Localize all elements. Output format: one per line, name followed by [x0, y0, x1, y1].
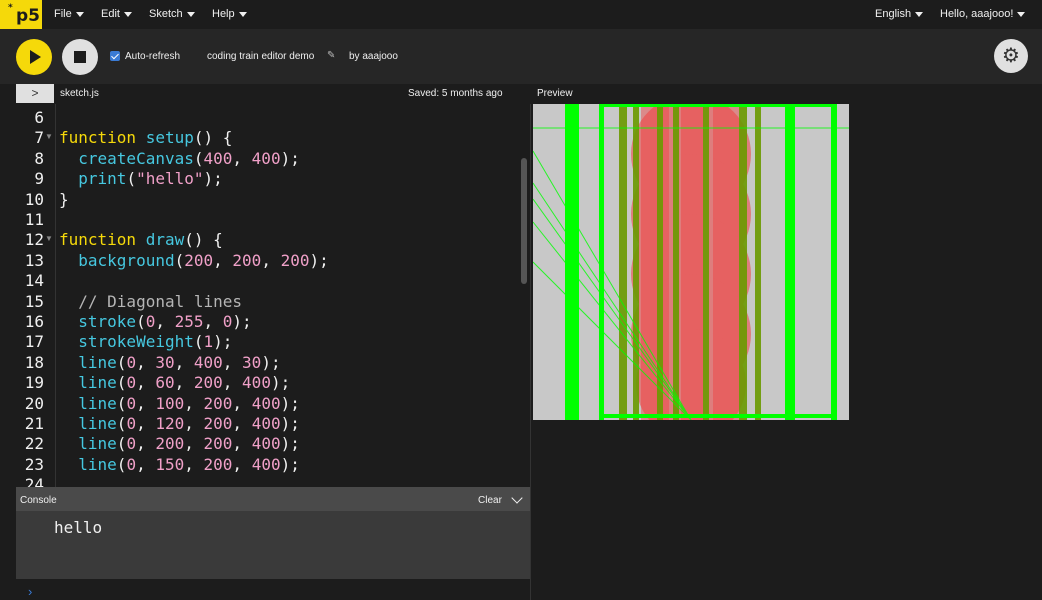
code-line[interactable]: function draw() { [59, 230, 223, 249]
pencil-icon[interactable]: ✎ [327, 50, 335, 61]
line-number: 13 [24, 250, 44, 270]
code-line[interactable]: background(200, 200, 200); [59, 251, 328, 270]
line-number: 20 [24, 393, 44, 413]
line-number: 16 [24, 312, 44, 331]
line-number: 10 [24, 189, 44, 209]
line-number: 8 [34, 148, 44, 168]
settings-button[interactable]: ⚙ [994, 39, 1028, 73]
menu-help[interactable]: Help [212, 8, 247, 20]
caret-down-icon [1017, 11, 1026, 17]
p5-logo[interactable]: p5 * [0, 0, 42, 29]
caret-down-icon [915, 11, 924, 17]
code-line[interactable]: line(0, 150, 200, 400); [59, 455, 300, 474]
code-line[interactable]: // Diagonal lines [59, 292, 242, 311]
line-number: 19 [24, 373, 44, 393]
caret-down-icon [75, 11, 84, 17]
line-number: 11 [24, 210, 44, 229]
code-line[interactable]: print("hello"); [59, 169, 223, 188]
line-number: 9 [34, 169, 44, 189]
console-header [16, 487, 530, 511]
auto-refresh-label: Auto-refresh [125, 51, 181, 62]
line-number: 21 [24, 414, 44, 433]
code-line[interactable]: createCanvas(400, 400); [59, 149, 300, 168]
code-line[interactable]: line(0, 100, 200, 400); [59, 394, 300, 413]
console-log-line: hello [54, 518, 103, 537]
line-number: 6 [34, 108, 44, 127]
fold-arrow-icon[interactable]: ▼ [45, 234, 53, 243]
line-number: 18 [24, 352, 44, 372]
preview-label: Preview [537, 88, 573, 99]
expand-sidebar-button[interactable]: > [16, 84, 54, 103]
caret-down-icon [123, 11, 132, 17]
line-number: 12 [24, 230, 44, 250]
line-number: 22 [24, 434, 44, 454]
play-button[interactable] [16, 39, 52, 75]
file-bar [0, 84, 1042, 104]
language-select[interactable]: English [875, 8, 924, 20]
code-line[interactable]: line(0, 120, 200, 400); [59, 414, 300, 433]
console-input[interactable] [16, 579, 530, 600]
fold-arrow-icon[interactable]: ▼ [45, 132, 53, 141]
file-tab[interactable]: sketch.js [60, 88, 99, 99]
gear-icon: ⚙ [1002, 45, 1020, 67]
saved-status: Saved: 5 months ago [408, 88, 503, 99]
pane-divider[interactable] [530, 104, 531, 600]
code-line[interactable]: } [59, 190, 69, 209]
console-title: Console [20, 495, 57, 506]
stop-button[interactable] [62, 39, 98, 75]
caret-down-icon [186, 11, 195, 17]
editor-scrollbar[interactable] [521, 158, 527, 284]
code-line[interactable]: strokeWeight(1); [59, 332, 232, 351]
auto-refresh-checkbox[interactable] [110, 51, 120, 61]
code-line[interactable]: line(0, 200, 200, 400); [59, 434, 300, 453]
menu-sketch[interactable]: Sketch [149, 8, 195, 20]
chevron-right-icon: > [31, 86, 39, 100]
caret-down-icon [238, 11, 247, 17]
user-menu[interactable]: Hello, aaajooo! [940, 8, 1026, 20]
console-clear-button[interactable]: Clear [478, 495, 502, 506]
line-number: 15 [24, 291, 44, 311]
code-line[interactable]: line(0, 60, 200, 400); [59, 373, 290, 392]
preview-canvas[interactable] [532, 94, 849, 439]
top-nav: p5 * File Edit Sketch Help English Hello,… [0, 0, 1042, 29]
sketch-output [532, 94, 849, 439]
console-prompt-icon: › [28, 584, 33, 599]
sketch-author: by aaajooo [349, 51, 398, 62]
sketch-name[interactable]: coding train editor demo [207, 51, 314, 62]
line-number: 23 [24, 454, 44, 474]
code-line[interactable]: function setup() { [59, 128, 232, 147]
line-number: 14 [24, 271, 44, 291]
line-number: 7 [34, 128, 44, 148]
line-number: 17 [24, 332, 44, 352]
menu-file[interactable]: File [54, 8, 84, 20]
code-line[interactable]: line(0, 30, 400, 30); [59, 353, 280, 372]
code-line[interactable]: stroke(0, 255, 0); [59, 312, 251, 331]
menu-edit[interactable]: Edit [101, 8, 132, 20]
